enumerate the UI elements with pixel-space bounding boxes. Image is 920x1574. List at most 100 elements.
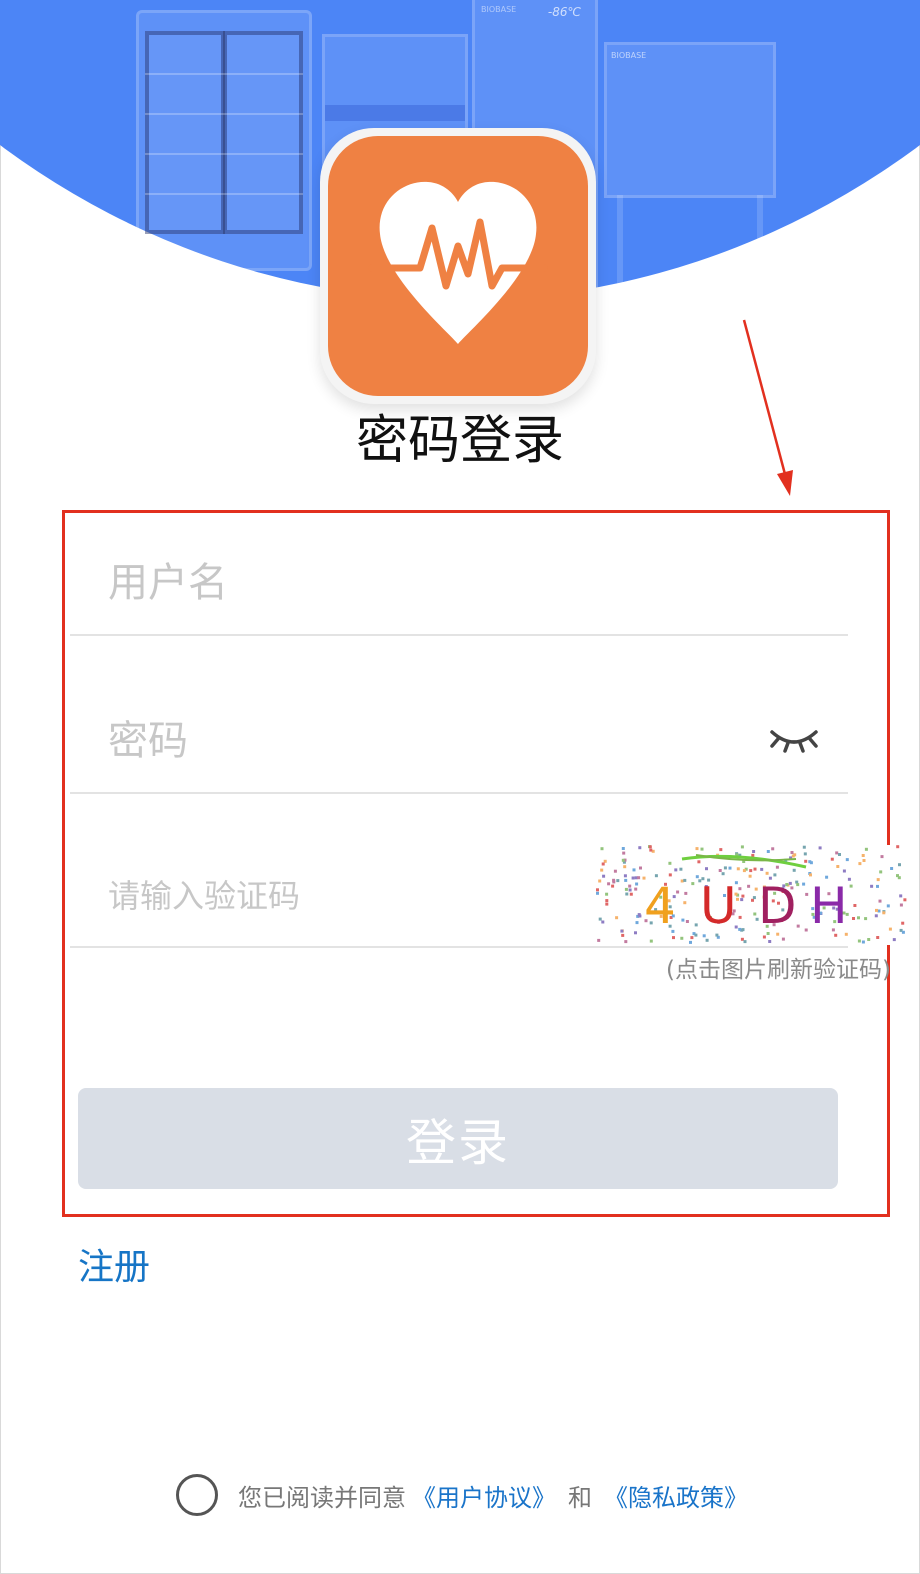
captcha-noise-dot <box>684 891 688 895</box>
captcha-char: D <box>758 877 797 935</box>
captcha-noise-dot <box>882 911 886 915</box>
password-visibility-toggle[interactable] <box>764 718 824 758</box>
captcha-noise-dot <box>903 898 907 902</box>
fridge-shelf <box>145 193 303 195</box>
cabinet-stripe <box>325 105 465 121</box>
captcha-noise-dot <box>888 927 892 931</box>
captcha-noise-dot <box>835 851 839 855</box>
captcha-noise-dot <box>791 854 795 858</box>
privacy-policy-link[interactable]: 《隐私政策》 <box>604 1478 748 1513</box>
captcha-noise-dot <box>738 927 742 931</box>
captcha-noise-dot <box>892 938 896 942</box>
captcha-noise-dot <box>621 858 625 862</box>
agreement-checkbox[interactable] <box>176 1474 218 1516</box>
agreement-conjunction: 和 <box>568 1483 592 1512</box>
captcha-noise-dot <box>790 851 794 854</box>
captcha-noise-dot <box>596 891 599 895</box>
captcha-noise-dot <box>838 853 841 856</box>
captcha-noise-dot <box>723 866 727 870</box>
captcha-noise-dot <box>768 940 772 943</box>
captcha-noise-dot <box>631 876 635 880</box>
captcha-noise-dot <box>637 876 641 880</box>
captcha-noise-dot <box>598 879 602 883</box>
captcha-noise-dot <box>612 878 616 882</box>
captcha-noise-dot <box>672 936 675 940</box>
captcha-noise-dot <box>683 878 687 882</box>
captcha-noise-dot <box>740 845 744 849</box>
captcha-noise-dot <box>602 874 606 878</box>
captcha-noise-dot <box>705 938 709 942</box>
captcha-noise-dot <box>605 892 609 896</box>
username-field <box>70 532 848 636</box>
heart-pulse-icon <box>368 181 548 344</box>
username-input[interactable] <box>108 532 708 634</box>
captcha-noise-dot <box>603 859 607 863</box>
captcha-noise-dot <box>864 917 868 921</box>
app-logo <box>320 128 596 404</box>
captcha-noise-dot <box>728 866 732 870</box>
user-agreement-link[interactable]: 《用户协议》 <box>412 1478 556 1513</box>
captcha-noise-dot <box>886 904 890 908</box>
captcha-noise-dot <box>803 852 807 856</box>
freezer-temperature-label: -86℃ <box>547 5 581 19</box>
captcha-noise-dot <box>635 882 639 886</box>
captcha-noise-dot <box>870 884 874 888</box>
captcha-noise-dot <box>747 884 751 888</box>
captcha-noise-dot <box>719 848 723 852</box>
captcha-noise-dot <box>802 845 806 849</box>
captcha-noise-dot <box>694 933 698 937</box>
captcha-noise-dot <box>622 851 626 855</box>
captcha-noise-dot <box>765 871 769 875</box>
captcha-noise-dot <box>898 863 901 867</box>
eye-closed-icon <box>770 730 818 753</box>
captcha-noise-dot <box>738 915 742 919</box>
captcha-noise-dot <box>751 853 755 857</box>
captcha-noise-dot <box>705 867 708 871</box>
register-link[interactable]: 注册 <box>78 1238 150 1290</box>
login-button[interactable]: 登录 <box>78 1088 838 1189</box>
captcha-noise-dot <box>738 887 742 891</box>
captcha-noise-dot <box>741 894 745 898</box>
captcha-noise-dot <box>680 879 684 883</box>
captcha-noise-dot <box>611 884 615 888</box>
captcha-noise-dot <box>695 847 699 851</box>
captcha-noise-dot <box>849 884 853 888</box>
password-input[interactable] <box>108 690 708 792</box>
captcha-noise-dot <box>861 854 865 857</box>
captcha-noise-dot <box>796 924 800 928</box>
captcha-image[interactable]: 4UDH <box>596 845 916 945</box>
captcha-noise-dot <box>621 933 625 937</box>
captcha-noise-dot <box>605 902 609 906</box>
captcha-noise-dot <box>809 873 812 877</box>
captcha-noise-dot <box>600 847 604 851</box>
captcha-noise-dot <box>721 872 725 876</box>
captcha-noise-dot <box>762 935 766 939</box>
captcha-noise-dot <box>766 850 770 853</box>
page-title: 密码登录 <box>355 411 564 471</box>
captcha-noise-dot <box>876 884 879 888</box>
captcha-noise-dot <box>748 874 752 878</box>
captcha-noise-dot <box>842 869 846 873</box>
captcha-noise-dot <box>752 896 756 900</box>
captcha-noise-dot <box>862 859 866 862</box>
captcha-noise-dot <box>741 928 745 932</box>
captcha-noise-dot <box>623 874 627 878</box>
captcha-noise-dot <box>743 940 747 944</box>
captcha-noise-dot <box>621 847 625 850</box>
captcha-noise-dot <box>804 928 808 932</box>
captcha-input[interactable] <box>108 846 568 946</box>
captcha-noise-dot <box>624 878 628 882</box>
captcha-noise-dot <box>830 857 834 861</box>
captcha-noise-dot <box>718 869 722 872</box>
captcha-noise-dot <box>628 888 632 892</box>
captcha-noise-dot <box>615 916 619 920</box>
captcha-noise-dot <box>648 845 652 849</box>
captcha-noise-dot <box>879 870 883 874</box>
captcha-noise-dot <box>689 940 692 944</box>
captcha-noise-dot <box>740 898 744 902</box>
captcha-noise-dot <box>601 920 605 924</box>
captcha-noise-dot <box>668 861 672 865</box>
captcha-noise-dot <box>674 868 678 872</box>
captcha-noise-dot <box>880 855 884 859</box>
captcha-noise-dot <box>771 847 775 851</box>
